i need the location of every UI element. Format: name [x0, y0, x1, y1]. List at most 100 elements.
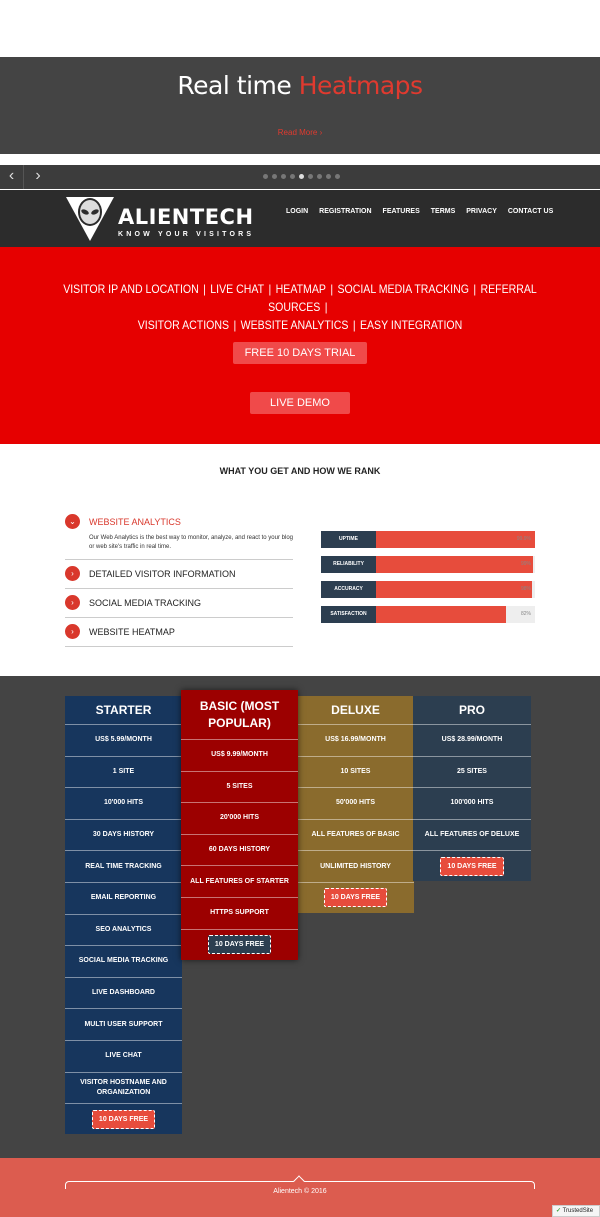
slider-dots: [263, 174, 340, 179]
slider-dot[interactable]: [272, 174, 277, 179]
pricing-section: STARTER US$ 5.99/MONTH 1 SITE 10'000 HITS 30…: [0, 676, 600, 1158]
chevron-right-icon[interactable]: ›: [26, 165, 50, 189]
live-demo-button[interactable]: LIVE DEMO: [250, 392, 350, 414]
nav-privacy[interactable]: PRIVACY: [466, 208, 497, 215]
plan-feature: SEO ANALYTICS: [65, 913, 182, 946]
plan-cta-row: 10 DAYS FREE: [181, 928, 298, 960]
free-trial-plan-button[interactable]: 10 DAYS FREE: [207, 935, 272, 955]
rank-title: WHAT YOU GET AND HOW WE RANK: [219, 466, 381, 476]
alien-head-icon: [66, 197, 114, 241]
rank-bar-percent: 82%: [520, 611, 531, 617]
accordion-body: Our Web Analytics is the best way to mon…: [89, 535, 293, 550]
feature-separator: |: [233, 318, 237, 332]
slider-dot[interactable]: [308, 174, 313, 179]
accordion-label: WEBSITE ANALYTICS: [89, 516, 181, 527]
plan-feature: VISITOR HOSTNAME AND ORGANIZATION: [65, 1071, 182, 1104]
nav-terms[interactable]: TERMS: [431, 208, 456, 215]
feature-item: WEBSITE ANALYTICS: [240, 318, 349, 332]
feature-item: VISITOR IP AND LOCATION: [63, 282, 199, 296]
slider-dot[interactable]: [317, 174, 322, 179]
plan-feature: 60 DAYS HISTORY: [181, 833, 298, 866]
plan-feature: EMAIL REPORTING: [65, 881, 182, 914]
nav-registration[interactable]: REGISTRATION: [319, 208, 371, 215]
rank-bar: RELIABILITY 99%: [321, 556, 535, 573]
chevron-right-icon: ›: [65, 566, 80, 581]
site-header: ALIENTECH KNOW YOUR VISITORS LOGIN REGIS…: [0, 190, 600, 247]
slider-dot[interactable]: [281, 174, 286, 179]
rank-bar-percent: 98%: [520, 586, 531, 592]
feature-item: HEATMAP: [275, 282, 326, 296]
plan-feature: LIVE DASHBOARD: [65, 976, 182, 1009]
plan-feature: US$ 9.99/MONTH: [181, 739, 298, 771]
site-footer: Alientech © 2016: [0, 1158, 600, 1217]
feature-item: LIVE CHAT: [210, 282, 265, 296]
rank-bar-percent: 99.9%: [516, 536, 531, 542]
plan-feature: UNLIMITED HISTORY: [297, 850, 414, 882]
logo[interactable]: ALIENTECH KNOW YOUR VISITORS: [64, 194, 264, 244]
slider-dot[interactable]: [326, 174, 331, 179]
nav-login[interactable]: LOGIN: [286, 208, 308, 215]
plan-feature: 5 SITES: [181, 770, 298, 803]
plan-cta-row: 10 DAYS FREE: [413, 850, 531, 881]
features-band: VISITOR IP AND LOCATION | LIVE CHAT | HEATMA…: [0, 247, 600, 444]
slider-dot[interactable]: [299, 174, 304, 179]
free-trial-plan-button[interactable]: 10 DAYS FREE: [91, 1109, 156, 1129]
accordion-item[interactable]: ⌄ WEBSITE ANALYTICS Our Web Analytics is…: [65, 508, 293, 560]
free-trial-button[interactable]: FREE 10 DAYS TRIAL: [233, 342, 367, 364]
accordion-label: WEBSITE HEATMAP: [89, 626, 175, 637]
feature-separator: |: [473, 282, 477, 296]
rank-bar-fill: [376, 531, 535, 548]
rank-bars: UPTIME 99.9% RELIABILITY 99% ACCURACY 98% SATI…: [321, 531, 535, 631]
plan-feature: 10'000 HITS: [65, 787, 182, 819]
read-more-link[interactable]: Read More ›: [0, 128, 600, 137]
feature-separator: |: [268, 282, 272, 296]
plan-feature: ALL FEATURES OF STARTER: [181, 865, 298, 897]
rank-bar-label: UPTIME: [321, 531, 376, 548]
plan-feature: HTTPS SUPPORT: [181, 896, 298, 929]
accordion-item[interactable]: › SOCIAL MEDIA TRACKING: [65, 589, 293, 618]
plan-name: DELUXE: [331, 702, 380, 717]
feature-accordion: ⌄ WEBSITE ANALYTICS Our Web Analytics is…: [65, 508, 293, 647]
plan-cta-row: 10 DAYS FREE: [297, 881, 414, 913]
slider-dot[interactable]: [263, 174, 268, 179]
feature-separator: |: [330, 282, 334, 296]
rank-bar-label: ACCURACY: [321, 581, 376, 598]
feature-item: SOCIAL MEDIA TRACKING: [337, 282, 469, 296]
accordion-label: DETAILED VISITOR INFORMATION: [89, 568, 236, 579]
plan-feature: MULTI USER SUPPORT: [65, 1008, 182, 1040]
logo-tagline: KNOW YOUR VISITORS: [118, 231, 255, 238]
nav-contact-us[interactable]: CONTACT US: [508, 208, 553, 215]
plan-feature: ALL FEATURES OF DELUXE: [413, 818, 531, 851]
slider-dot[interactable]: [290, 174, 295, 179]
trusted-site-badge[interactable]: ✓ TrustedSite: [552, 1205, 600, 1217]
nav-features[interactable]: FEATURES: [383, 208, 420, 215]
free-trial-plan-button[interactable]: 10 DAYS FREE: [440, 856, 504, 876]
logo-text: ALIENTECH: [118, 205, 254, 229]
plan-feature: ALL FEATURES OF BASIC: [297, 818, 414, 851]
slider-controls: ‹ ›: [0, 165, 600, 189]
rank-bar-label: SATISFACTION: [321, 606, 376, 623]
plan-name: PRO: [458, 702, 485, 717]
plan-cta-row: 10 DAYS FREE: [65, 1103, 182, 1134]
feature-item: VISITOR ACTIONS: [137, 318, 230, 332]
badge-label: TrustedSite: [562, 1208, 594, 1214]
check-icon: ✓: [556, 1208, 562, 1214]
feature-separator: |: [324, 300, 328, 314]
feature-separator: |: [352, 318, 356, 332]
feature-list: VISITOR IP AND LOCATION | LIVE CHAT | HEATMA…: [36, 280, 564, 334]
plan-feature: US$ 16.99/MONTH: [297, 724, 414, 756]
plan-feature: LIVE CHAT: [65, 1039, 182, 1072]
plan-feature: 1 SITE: [65, 755, 182, 788]
plan-feature: 100'000 HITS: [413, 787, 531, 819]
free-trial-plan-button[interactable]: 10 DAYS FREE: [323, 888, 388, 908]
accordion-item[interactable]: › DETAILED VISITOR INFORMATION: [65, 560, 293, 589]
plan-feature: REAL TIME TRACKING: [65, 850, 182, 882]
rank-bar-fill: [376, 581, 532, 598]
plan-deluxe: DELUXE US$ 16.99/MONTH 10 SITES 50'000 HITS…: [297, 696, 414, 913]
hero-title-plain: Real time: [177, 71, 292, 100]
chevron-left-icon[interactable]: ‹: [0, 165, 24, 189]
plan-feature: 30 DAYS HISTORY: [65, 818, 182, 851]
rank-bar-fill: [376, 556, 534, 573]
accordion-item[interactable]: › WEBSITE HEATMAP: [65, 618, 293, 647]
slider-dot[interactable]: [335, 174, 340, 179]
